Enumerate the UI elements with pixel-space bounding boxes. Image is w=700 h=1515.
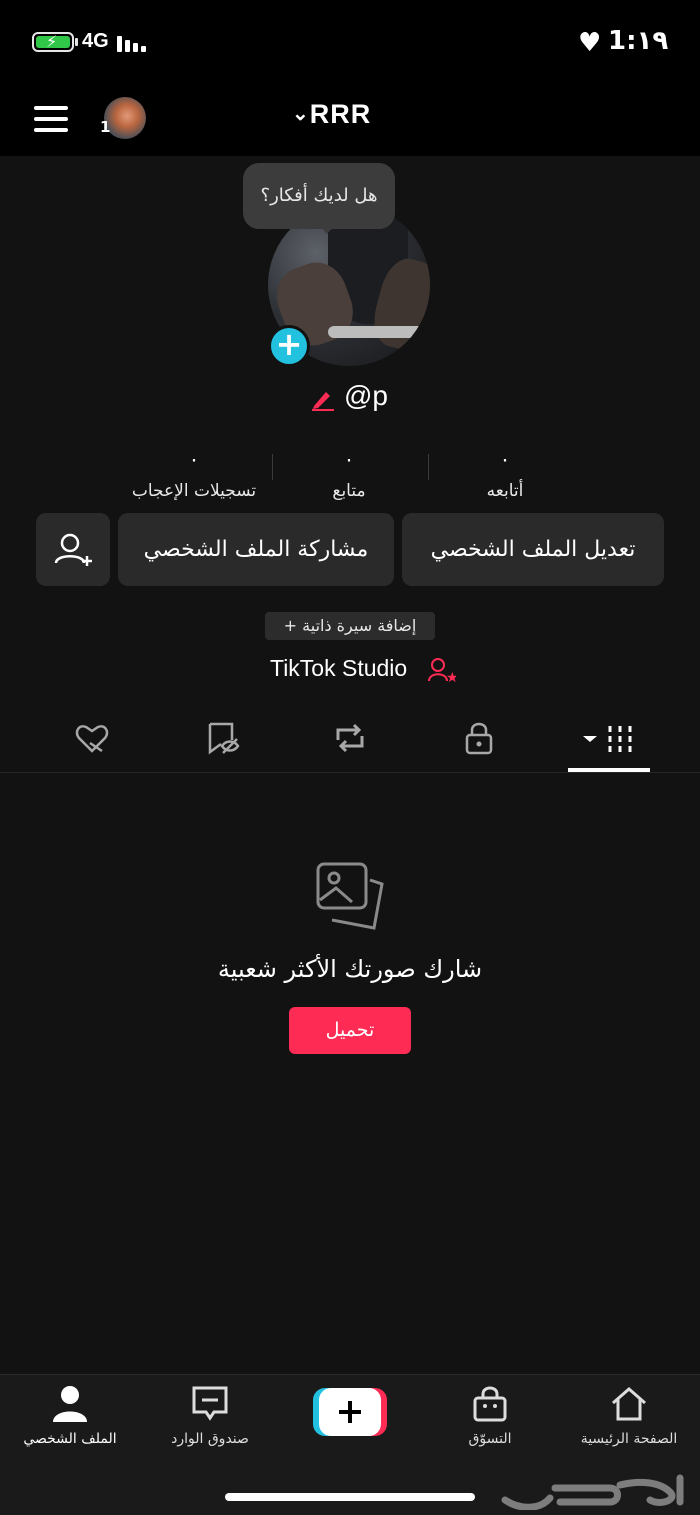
tab-liked[interactable] — [72, 718, 112, 758]
followers-label[interactable]: متابع — [264, 481, 434, 501]
svg-text:★: ★ — [446, 670, 456, 683]
network-type: 4G — [82, 30, 109, 52]
account-badge: 1 — [100, 118, 111, 136]
following-count[interactable]: ٠ — [445, 447, 565, 471]
home-icon — [612, 1387, 646, 1421]
likes-count[interactable]: ٠ — [134, 447, 254, 471]
battery-icon: ⚡ — [32, 32, 74, 52]
share-profile-button[interactable]: مشاركة الملف الشخصي — [118, 513, 394, 586]
menu-icon[interactable] — [34, 106, 68, 132]
tab-videos[interactable] — [580, 718, 640, 758]
add-story-plus-icon[interactable]: + — [268, 325, 310, 367]
nav-shop[interactable] — [420, 1384, 560, 1428]
nav-inbox-label[interactable]: صندوق الوارد — [140, 1431, 280, 1447]
add-friend-button[interactable] — [36, 513, 110, 586]
upload-button[interactable]: تحميل — [289, 1007, 411, 1054]
tab-reposts[interactable] — [330, 718, 370, 758]
create-button[interactable] — [313, 1388, 387, 1436]
empty-state-message: شارك صورتك الأكثر شعبية — [217, 955, 483, 983]
nav-profile-label[interactable]: الملف الشخصي — [0, 1431, 140, 1447]
studio-creator-icon[interactable]: ★ — [428, 657, 459, 686]
add-user-icon — [54, 533, 92, 566]
likes-label[interactable]: تسجيلات الإعجاب — [109, 481, 279, 501]
account-switcher[interactable]: ⌄RRR — [292, 99, 371, 130]
lock-icon — [465, 722, 493, 755]
edit-profile-button[interactable]: تعديل الملف الشخصي — [402, 513, 664, 586]
heart-status-icon: ♥ — [578, 28, 602, 58]
shopping-bag-icon — [473, 1386, 507, 1422]
bookmark-hidden-icon — [208, 722, 240, 755]
watermark-logo — [500, 1470, 695, 1511]
tiktok-studio-link[interactable]: TikTok Studio — [270, 655, 407, 682]
photos-icon — [314, 860, 386, 932]
battery-tip — [75, 38, 78, 46]
followers-count[interactable]: ٠ — [289, 447, 409, 471]
nav-shop-label[interactable]: التسوّق — [420, 1431, 560, 1447]
repost-icon — [336, 723, 364, 753]
stats-divider — [272, 454, 273, 480]
nav-home-label[interactable]: الصفحة الرئيسية — [559, 1431, 699, 1447]
status-time: 1:١٩ — [608, 26, 669, 56]
stats-divider — [428, 454, 429, 480]
nav-home[interactable] — [559, 1384, 699, 1428]
add-bio-button[interactable]: + إضافة سيرة ذاتية — [265, 612, 435, 640]
tooltip-tail — [318, 224, 336, 234]
tab-favorites[interactable] — [202, 718, 242, 758]
chevron-down-icon: ⌄ — [292, 103, 310, 125]
create-plus-icon — [313, 1388, 387, 1436]
following-label[interactable]: أتابعه — [420, 481, 590, 501]
tabs-divider — [0, 772, 700, 773]
nav-inbox[interactable] — [140, 1384, 280, 1428]
tab-private[interactable] — [459, 718, 499, 758]
nav-profile[interactable] — [0, 1384, 140, 1428]
ideas-tooltip[interactable]: هل لديك أفكار؟ — [243, 163, 395, 229]
home-indicator[interactable] — [225, 1493, 475, 1501]
inbox-icon — [192, 1386, 228, 1421]
username: @p — [344, 380, 388, 411]
pencil-icon[interactable] — [310, 388, 336, 412]
profile-icon — [53, 1386, 87, 1422]
heart-hidden-icon — [75, 725, 109, 753]
signal-icon — [117, 34, 153, 52]
grid-icon — [583, 726, 632, 752]
account-name: RRR — [309, 99, 372, 129]
